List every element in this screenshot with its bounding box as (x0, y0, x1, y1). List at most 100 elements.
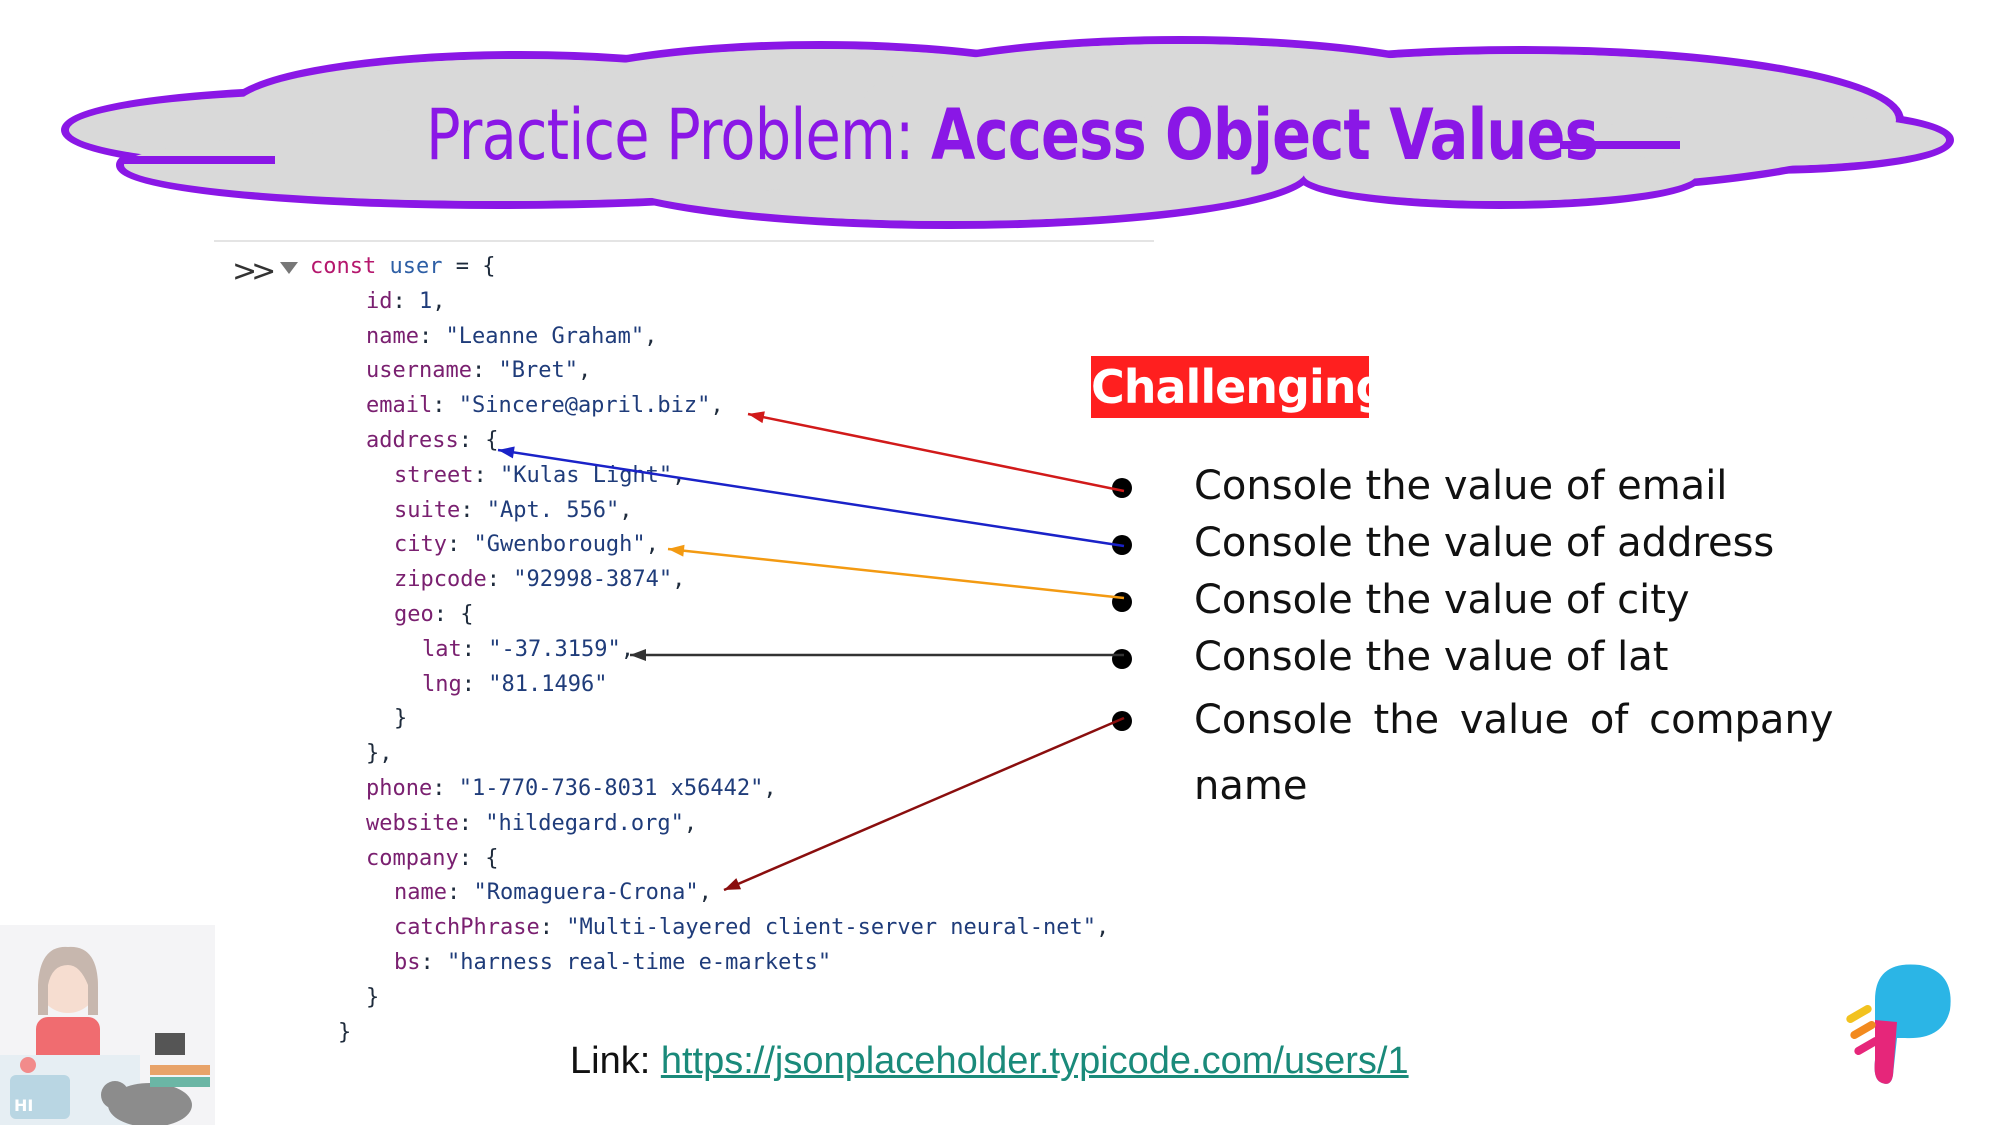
code-token: , (645, 532, 659, 558)
code-key: website (366, 810, 459, 836)
task-text: Console the value of lat (1194, 634, 1669, 680)
code-line: address: { (366, 428, 498, 453)
code-value: "-37.3159" (488, 636, 621, 662)
code-token: , (577, 358, 592, 384)
code-key: street (394, 462, 474, 488)
code-key: name (366, 323, 419, 349)
code-token: , (672, 462, 686, 488)
code-token: : { (433, 602, 474, 627)
console-divider (214, 240, 1154, 242)
code-line: name: "Leanne Graham", (366, 324, 657, 349)
code-line: geo: { (394, 602, 474, 627)
code-line: username: "Bret", (366, 358, 591, 383)
expand-triangle-icon[interactable] (280, 262, 298, 274)
code-token: } (366, 984, 380, 1010)
code-line: lat: "-37.3159", (422, 637, 634, 662)
code-token: : (473, 462, 500, 488)
code-key: email (366, 393, 433, 419)
code-token: : (432, 393, 459, 419)
code-token: = { (442, 254, 496, 279)
code-token: : (446, 532, 474, 558)
code-line: suite: "Apt. 556", (394, 498, 632, 523)
link-label: Link: (570, 1040, 661, 1082)
code-value: "hildegard.org" (485, 810, 684, 836)
bullet-dot-icon (1112, 535, 1132, 555)
person-at-desk-illustration: HI (0, 925, 215, 1125)
task-text: Console the value of company name (1194, 697, 1834, 809)
code-value: "92998-3874" (513, 567, 673, 593)
code-line: lng: "81.1496" (422, 672, 607, 697)
task-text: Console the value of city (1194, 577, 1690, 623)
code-value: "Romaguera-Crona" (473, 880, 699, 906)
code-token: : (471, 358, 499, 384)
bullet-dot-icon (1112, 711, 1132, 731)
task-text: Console the value of email (1194, 463, 1728, 509)
code-key: username (366, 358, 472, 384)
code-token: const (310, 254, 390, 279)
code-line: catchPhrase: "Multi-layered client-serve… (394, 915, 1109, 940)
bullet-dot-icon (1112, 592, 1132, 612)
code-key: phone (366, 776, 433, 801)
console-prompt-icon: >> (232, 254, 276, 289)
code-token: : (446, 880, 474, 906)
code-line: phone: "1-770-736-8031 x56442", (366, 776, 777, 801)
code-line: } (338, 1020, 351, 1045)
code-line: } (366, 985, 379, 1010)
code-token: , (644, 323, 658, 349)
code-key: zipcode (394, 567, 487, 593)
code-token: : (460, 497, 487, 523)
code-line: company: { (366, 846, 498, 871)
code-key: lat (422, 636, 462, 662)
code-value: "Multi-layered client-server neural-net" (566, 915, 1097, 941)
bullet-dot-icon (1112, 478, 1132, 498)
code-line: }, (366, 741, 393, 766)
link-row: Link: https://jsonplaceholder.typicode.c… (570, 1040, 1409, 1083)
title-main: Access Object Values (931, 94, 1599, 176)
code-key: address (366, 428, 459, 453)
page-title: Practice Problem: Access Object Values (426, 90, 1599, 180)
code-token: : { (458, 428, 499, 453)
code-token: , (683, 810, 698, 836)
code-token: : (420, 950, 447, 975)
code-token: : { (458, 845, 499, 871)
code-token: , (698, 880, 712, 906)
title-prefix: Practice Problem: (426, 94, 932, 176)
code-key: bs (394, 950, 421, 975)
code-token: } (338, 1019, 352, 1045)
code-token: : (461, 671, 489, 697)
code-token: , (763, 776, 777, 801)
code-key: company (366, 845, 459, 871)
code-token: : (486, 567, 514, 593)
code-value: "Bret" (498, 358, 578, 384)
code-value: "81.1496" (488, 671, 608, 697)
code-line: id: 1, (366, 289, 446, 314)
code-token: : (458, 810, 486, 836)
code-line: city: "Gwenborough", (394, 532, 659, 557)
code-value: "Apt. 556" (486, 497, 620, 523)
console-panel: >> const user = { id: 1, name: "Leanne Gra… (214, 240, 1154, 1045)
code-line: } (394, 706, 407, 731)
code-key: catchPhrase (394, 915, 540, 941)
brand-logo (1846, 964, 1951, 1084)
code-key: lng (422, 671, 462, 697)
difficulty-badge: Challenging (1091, 356, 1388, 418)
code-line: name: "Romaguera-Crona", (394, 880, 712, 905)
code-token: : (539, 915, 567, 941)
source-link[interactable]: https://jsonplaceholder.typicode.com/use… (661, 1040, 1409, 1082)
code-token: , (710, 393, 724, 419)
code-line: website: "hildegard.org", (366, 811, 697, 836)
code-token: , (432, 288, 446, 314)
svg-text:HI: HI (14, 1096, 33, 1115)
code-value: "Sincere@april.biz" (458, 393, 711, 419)
code-line: street: "Kulas Light", (394, 463, 685, 488)
code-token: : (418, 323, 446, 349)
code-token: } (394, 706, 408, 732)
code-token: : (432, 776, 459, 801)
task-text: Console the value of address (1194, 520, 1775, 566)
code-value: "Leanne Graham" (445, 323, 645, 349)
code-value: "Gwenborough" (473, 532, 646, 558)
code-key: name (394, 880, 447, 906)
code-token: : (461, 636, 489, 662)
code-token: user (389, 254, 443, 279)
code-token: : (392, 288, 419, 314)
